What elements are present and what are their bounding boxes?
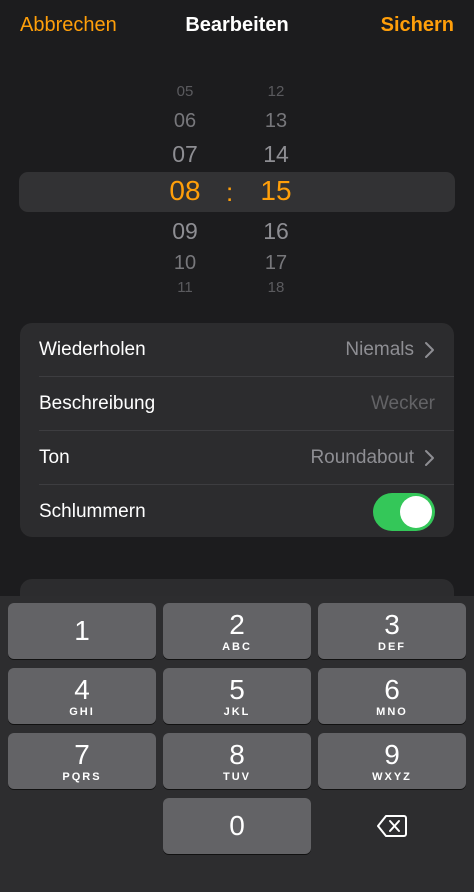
key-3[interactable]: 3 DEF bbox=[318, 603, 466, 659]
sound-value: Roundabout bbox=[310, 447, 414, 468]
key-9[interactable]: 9 WXYZ bbox=[318, 733, 466, 789]
snooze-toggle[interactable] bbox=[373, 493, 435, 531]
picker-minute-value: 17 bbox=[264, 252, 288, 274]
snooze-label: Schlummern bbox=[39, 501, 146, 522]
picker-selection-highlight bbox=[19, 172, 455, 212]
key-digit: 5 bbox=[229, 674, 245, 705]
repeat-row[interactable]: Wiederholen Niemals bbox=[20, 323, 454, 376]
key-digit: 8 bbox=[229, 739, 245, 770]
nav-bar: Abbrechen Bearbeiten Sichern bbox=[0, 0, 474, 54]
delete-backspace-icon bbox=[377, 815, 407, 837]
key-letters: MNO bbox=[376, 706, 408, 718]
hour-wheel[interactable]: 05 06 07 08 09 10 11 bbox=[155, 76, 215, 304]
chevron-right-icon bbox=[425, 450, 434, 466]
sound-row[interactable]: Ton Roundabout bbox=[20, 431, 454, 484]
key-letters: TUV bbox=[223, 771, 251, 783]
key-0[interactable]: 0 bbox=[163, 798, 311, 854]
picker-hour-value: 06 bbox=[173, 110, 197, 132]
picker-minute-value: 12 bbox=[267, 86, 285, 100]
time-picker: 05 06 07 08 09 10 11 : 12 13 14 15 16 17… bbox=[0, 76, 474, 304]
description-label: Beschreibung bbox=[39, 393, 156, 414]
key-4[interactable]: 4 GHI bbox=[8, 668, 156, 724]
key-digit: 6 bbox=[384, 674, 400, 705]
description-row[interactable]: Beschreibung Wecker bbox=[20, 377, 454, 430]
picker-hour-value: 05 bbox=[176, 86, 194, 100]
key-6[interactable]: 6 MNO bbox=[318, 668, 466, 724]
key-digit: 4 bbox=[74, 674, 90, 705]
picker-minute-value: 14 bbox=[263, 141, 289, 167]
key-5[interactable]: 5 JKL bbox=[163, 668, 311, 724]
picker-separator: : bbox=[226, 177, 234, 207]
picker-minute-value: 18 bbox=[267, 280, 285, 294]
picker-hour-selected: 08 bbox=[169, 175, 201, 206]
key-7[interactable]: 7 PQRS bbox=[8, 733, 156, 789]
picker-hour-value: 10 bbox=[173, 252, 197, 274]
picker-minute-value: 13 bbox=[264, 110, 288, 132]
repeat-value: Niemals bbox=[345, 339, 414, 360]
key-letters: GHI bbox=[69, 706, 95, 718]
picker-hour-value: 07 bbox=[172, 141, 198, 167]
picker-hour-value: 11 bbox=[177, 280, 193, 294]
picker-hour-value: 09 bbox=[172, 218, 198, 244]
alarm-settings-group: Wiederholen Niemals Beschreibung Wecker … bbox=[20, 323, 454, 537]
snooze-row: Schlummern bbox=[20, 485, 454, 538]
key-digit: 3 bbox=[384, 609, 400, 640]
numeric-keypad: 1 2 ABC 3 DEF 4 GHI 5 JKL 6 MNO 7 PQRS 8… bbox=[0, 596, 474, 892]
description-input[interactable]: Wecker bbox=[371, 393, 435, 415]
key-letters: DEF bbox=[378, 641, 406, 653]
sound-label: Ton bbox=[39, 447, 70, 468]
delete-key[interactable] bbox=[318, 798, 466, 854]
key-1[interactable]: 1 bbox=[8, 603, 156, 659]
key-letters: JKL bbox=[223, 706, 251, 718]
key-8[interactable]: 8 TUV bbox=[163, 733, 311, 789]
chevron-right-icon bbox=[425, 342, 434, 358]
toggle-knob bbox=[400, 496, 432, 528]
key-letters: PQRS bbox=[62, 771, 102, 783]
key-digit: 7 bbox=[74, 739, 90, 770]
key-digit: 0 bbox=[229, 810, 245, 841]
key-2[interactable]: 2 ABC bbox=[163, 603, 311, 659]
key-digit: 2 bbox=[229, 609, 245, 640]
key-letters: ABC bbox=[222, 641, 252, 653]
picker-minute-selected: 15 bbox=[260, 175, 292, 206]
minute-wheel[interactable]: 12 13 14 15 16 17 18 bbox=[246, 76, 306, 304]
alarm-edit-screen: Abbrechen Bearbeiten Sichern 05 06 07 08… bbox=[0, 0, 474, 892]
repeat-label: Wiederholen bbox=[39, 339, 146, 360]
key-letters: WXYZ bbox=[372, 771, 412, 783]
key-digit: 9 bbox=[384, 739, 400, 770]
picker-minute-value: 16 bbox=[263, 218, 289, 244]
key-digit: 1 bbox=[74, 615, 90, 646]
save-button[interactable]: Sichern bbox=[381, 14, 454, 37]
